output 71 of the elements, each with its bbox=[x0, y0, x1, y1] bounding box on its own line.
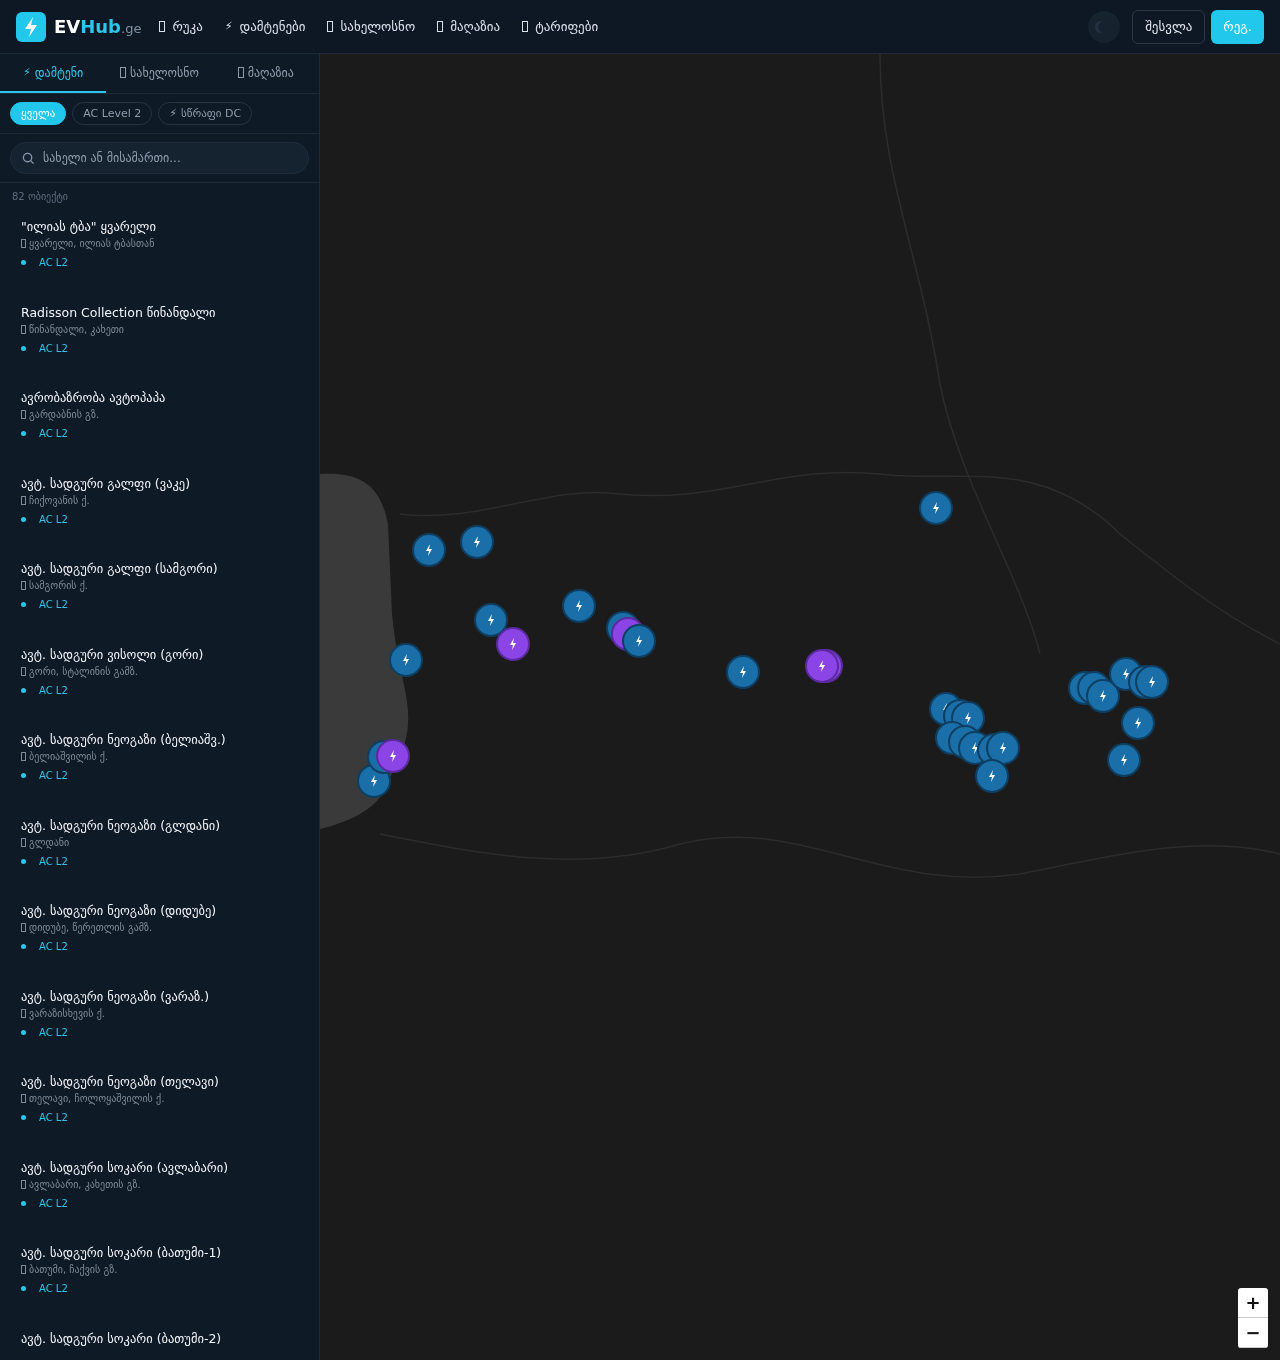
station-name[interactable]: ავრობაზრობა ავტოპაპა bbox=[21, 389, 298, 407]
station-name[interactable]: Radisson Collection წინანდალი bbox=[21, 303, 298, 322]
nav-link[interactable]: ⚡ დამტენები bbox=[224, 19, 306, 34]
station-name[interactable]: ავტ. სადგური ნეოგაზი (ვარაზ.) bbox=[21, 987, 298, 1006]
nav-link[interactable]: ტარიფები bbox=[522, 19, 599, 34]
status-dot-icon bbox=[21, 516, 26, 522]
nav-link[interactable]: რუკა bbox=[159, 19, 203, 34]
station-address: წინანდალი, კახეთი bbox=[29, 323, 124, 335]
status-dot-icon bbox=[21, 431, 26, 436]
station-address: ყვარელი, ილიას ტბასთან bbox=[29, 238, 155, 249]
station-name[interactable]: ავტ. სადგური ნეოგაზი (გლდანი) bbox=[21, 816, 298, 835]
theme-toggle-button[interactable] bbox=[1088, 10, 1121, 43]
charger-type: AC L2 bbox=[39, 1283, 68, 1294]
station-address: სამგორის ქ. bbox=[29, 580, 89, 591]
status-dot-icon bbox=[21, 602, 26, 607]
status-dot-icon bbox=[21, 1286, 26, 1291]
station-address: ბათუმი, ჩაქვის გზ. bbox=[29, 1264, 118, 1275]
station-address: ბელიაშვილის ქ. bbox=[29, 751, 109, 762]
station-name[interactable]: ავტ. სადგური ნეოგაზი (დიდუბე) bbox=[21, 902, 298, 920]
charger-type: AC L2 bbox=[39, 428, 68, 439]
charger-type: AC L2 bbox=[39, 1112, 68, 1123]
station-address: ჩიქოვანის ქ. bbox=[29, 494, 90, 506]
charger-type: AC L2 bbox=[39, 855, 68, 867]
status-dot-icon bbox=[21, 773, 26, 778]
charger-type: AC L2 bbox=[39, 513, 68, 525]
station-name[interactable]: ავტ. სადგური ნეოგაზი (ბელიაშვ.) bbox=[21, 731, 298, 749]
brand-name[interactable]: EVHub.ge bbox=[54, 16, 142, 37]
station-name[interactable]: ავტ. სადგური სოკარი (ბათუმი-1) bbox=[21, 1244, 298, 1262]
station-name[interactable]: "ილიას ტბა" ყვარელი bbox=[21, 218, 298, 236]
status-dot-icon bbox=[21, 1029, 26, 1035]
status-dot-icon bbox=[21, 944, 26, 949]
charger-type: AC L2 bbox=[39, 257, 68, 268]
nav-link[interactable]: სახელოსნო bbox=[327, 19, 416, 34]
status-dot-icon bbox=[21, 345, 26, 351]
search-field[interactable]: სახელი ან მისამართი... bbox=[10, 142, 309, 174]
status-dot-icon bbox=[21, 260, 26, 265]
charger-type: AC L2 bbox=[39, 1197, 68, 1209]
charger-type: AC L2 bbox=[39, 684, 68, 696]
status-dot-icon bbox=[21, 1200, 26, 1206]
status-dot-icon bbox=[21, 1115, 26, 1120]
station-address: გარდაბნის გზ. bbox=[29, 409, 100, 420]
status-dot-icon bbox=[21, 687, 26, 693]
charger-marker-drawing[interactable] bbox=[357, 491, 1169, 798]
zoom-in-button[interactable]: + bbox=[1238, 1288, 1268, 1318]
nav-link[interactable]: მაღაზია bbox=[437, 19, 501, 34]
station-address: დიდუბე, წერეთლის გამზ. bbox=[29, 922, 153, 933]
charger-type: AC L2 bbox=[39, 941, 68, 952]
station-address: თელავი, ჩოლოყაშვილის ქ. bbox=[29, 1093, 165, 1104]
station-name[interactable]: ავტ. სადგური გალფი (სამგორი) bbox=[21, 560, 298, 578]
station-name[interactable]: ავტ. სადგური სოკარი (ავლაბარი) bbox=[21, 1158, 298, 1177]
charger-type: AC L2 bbox=[39, 342, 68, 354]
station-name[interactable]: ავტ. სადგური ვისოლი (გორი) bbox=[21, 645, 298, 664]
sidebar-tab[interactable]: სახელოსნო bbox=[106, 54, 213, 93]
station-name[interactable]: ავტ. სადგური გალფი (ვაკე) bbox=[21, 474, 298, 493]
station-address: ავლაბარი, კახეთის გზ. bbox=[29, 1178, 141, 1190]
zoom-out-button[interactable]: − bbox=[1238, 1318, 1268, 1348]
station-address: გორი, სტალინის გამზ. bbox=[29, 665, 138, 677]
charger-type: AC L2 bbox=[39, 770, 68, 781]
charger-type: AC L2 bbox=[39, 599, 68, 610]
sidebar-tab[interactable]: ⚡ დამტენი bbox=[0, 54, 107, 93]
status-dot-icon bbox=[21, 858, 26, 864]
station-address: ვარაზისხევის ქ. bbox=[29, 1007, 105, 1019]
station-name[interactable]: ავტ. სადგური სოკარი (ბათუმი-2) bbox=[21, 1329, 298, 1348]
sidebar-tab[interactable]: მაღაზია bbox=[212, 54, 319, 93]
station-address: გლდანი bbox=[29, 836, 70, 848]
result-count: 82 ობიექტი bbox=[11, 190, 70, 205]
map[interactable]: + − bbox=[320, 54, 1280, 1360]
lightning-logo-icon[interactable] bbox=[16, 11, 46, 42]
charger-type: AC L2 bbox=[39, 1026, 68, 1038]
login-button[interactable]: შესვლა bbox=[1132, 9, 1206, 44]
station-name[interactable]: ავტ. სადგური ნეოგაზი (თელავი) bbox=[21, 1073, 298, 1091]
